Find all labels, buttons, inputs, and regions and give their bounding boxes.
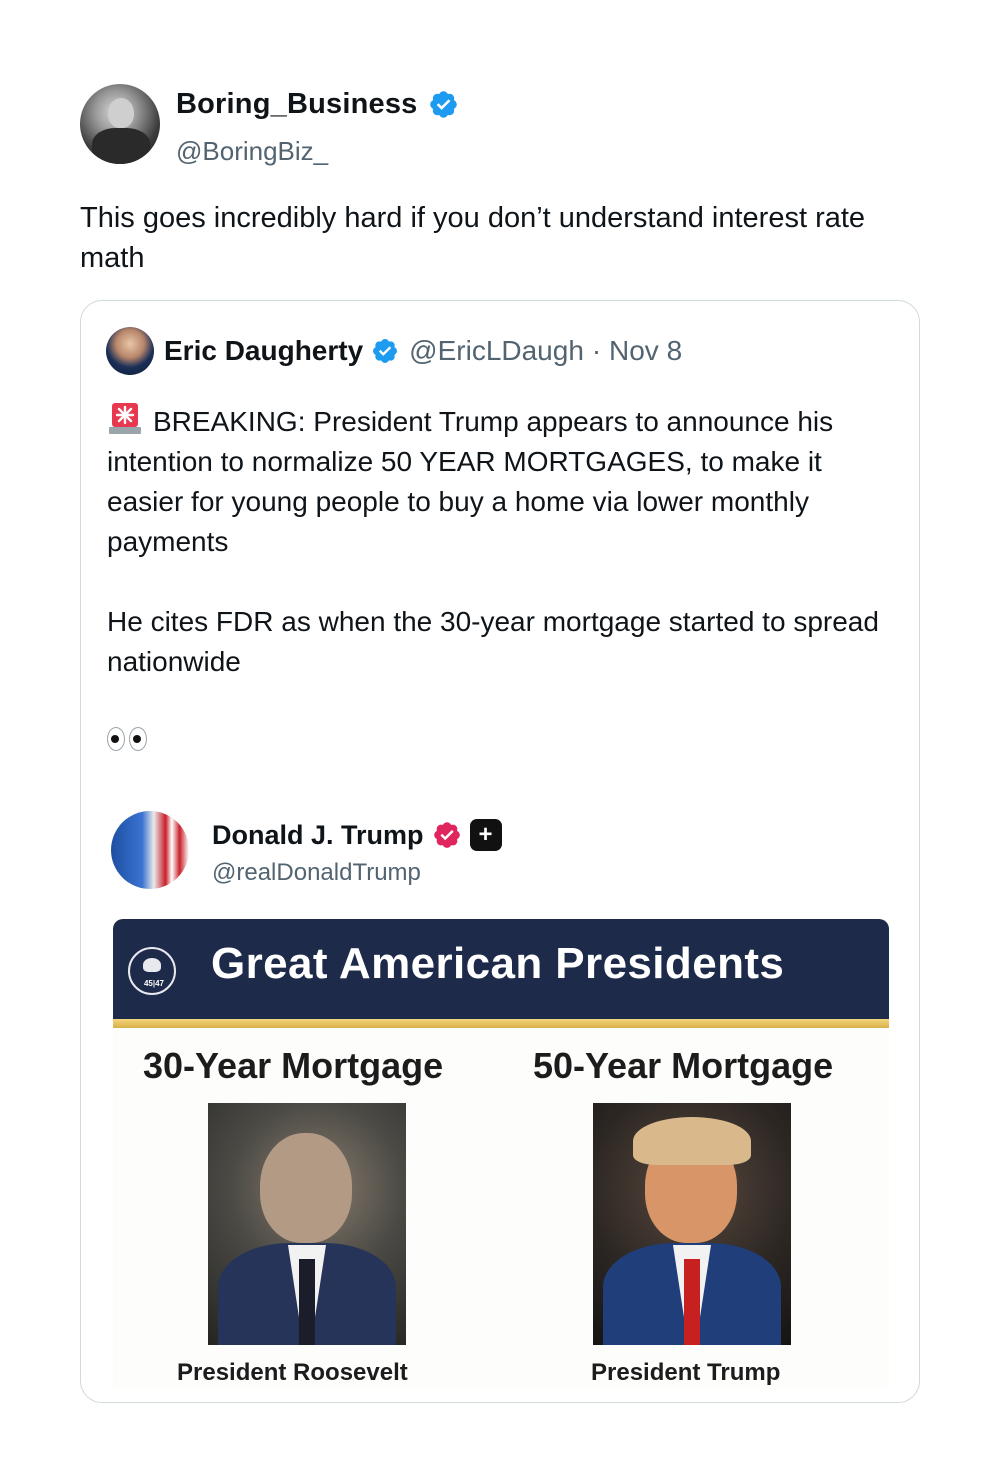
- left-caption: President Roosevelt: [177, 1359, 408, 1386]
- eye-left: [107, 727, 125, 751]
- post-header: Boring_Business @BoringBiz_: [80, 84, 780, 166]
- portrait-face: [260, 1133, 352, 1243]
- poster-title: Great American Presidents: [211, 939, 785, 988]
- quoted-post-date[interactable]: · Nov 8: [592, 335, 682, 367]
- avatar[interactable]: [106, 327, 154, 375]
- quoted-paragraph-1: BREAKING: President Trump appears to ann…: [107, 406, 834, 557]
- siren-icon: [109, 403, 141, 434]
- verified-icon: [373, 339, 398, 363]
- quoted-author-name[interactable]: Eric Daugherty: [164, 335, 363, 367]
- portrait-tie: [299, 1259, 315, 1345]
- quoted-post-text: BREAKING: President Trump appears to ann…: [107, 401, 897, 762]
- portrait-hair: [633, 1117, 751, 1165]
- embedded-author-handle: @realDonaldTrump: [212, 859, 421, 886]
- post-text: This goes incredibly hard if you don’t u…: [80, 202, 866, 274]
- poster-banner: 45|47 Great American Presidents: [113, 919, 889, 1019]
- avatar-head: [108, 98, 134, 128]
- avatar-body: [92, 128, 150, 164]
- verified-icon: [429, 91, 457, 118]
- trump-portrait: [593, 1103, 791, 1345]
- plus-badge-icon: +: [469, 819, 502, 851]
- quoted-post-header: Eric Daugherty @EricLDaugh · Nov 8: [106, 327, 682, 375]
- embedded-post-header: Donald J. Trump + @realDonaldTrump: [111, 811, 891, 891]
- author-name[interactable]: Boring_Business: [176, 88, 418, 121]
- avatar[interactable]: [111, 811, 189, 889]
- eyes-icon: [107, 727, 147, 751]
- poster-image[interactable]: 45|47 Great American Presidents 30-Year …: [113, 919, 889, 1389]
- presidential-seal-icon: 45|47: [128, 947, 176, 995]
- left-heading: 30-Year Mortgage: [143, 1045, 444, 1086]
- quoted-author-handle[interactable]: @EricLDaugh: [409, 335, 584, 367]
- avatar[interactable]: [80, 84, 160, 164]
- right-heading: 50-Year Mortgage: [533, 1045, 834, 1086]
- verified-icon: [433, 822, 460, 848]
- quoted-post[interactable]: Eric Daugherty @EricLDaugh · Nov 8 BREAK…: [80, 300, 920, 1403]
- author-name-row: Boring_Business: [176, 88, 459, 121]
- author-handle[interactable]: @BoringBiz_: [176, 136, 328, 167]
- roosevelt-portrait: [208, 1103, 406, 1345]
- gold-divider: [113, 1019, 889, 1028]
- right-caption: President Trump: [591, 1359, 781, 1386]
- embedded-name-row: Donald J. Trump +: [212, 819, 502, 851]
- portrait-tie: [684, 1259, 700, 1345]
- quoted-paragraph: BREAKING: President Trump appears to ann…: [107, 401, 897, 562]
- quoted-paragraph-2: He cites FDR as when the 30-year mortgag…: [107, 606, 879, 677]
- embedded-author-name: Donald J. Trump: [212, 819, 424, 850]
- eye-right: [129, 727, 147, 751]
- seal-number: 45|47: [143, 979, 165, 988]
